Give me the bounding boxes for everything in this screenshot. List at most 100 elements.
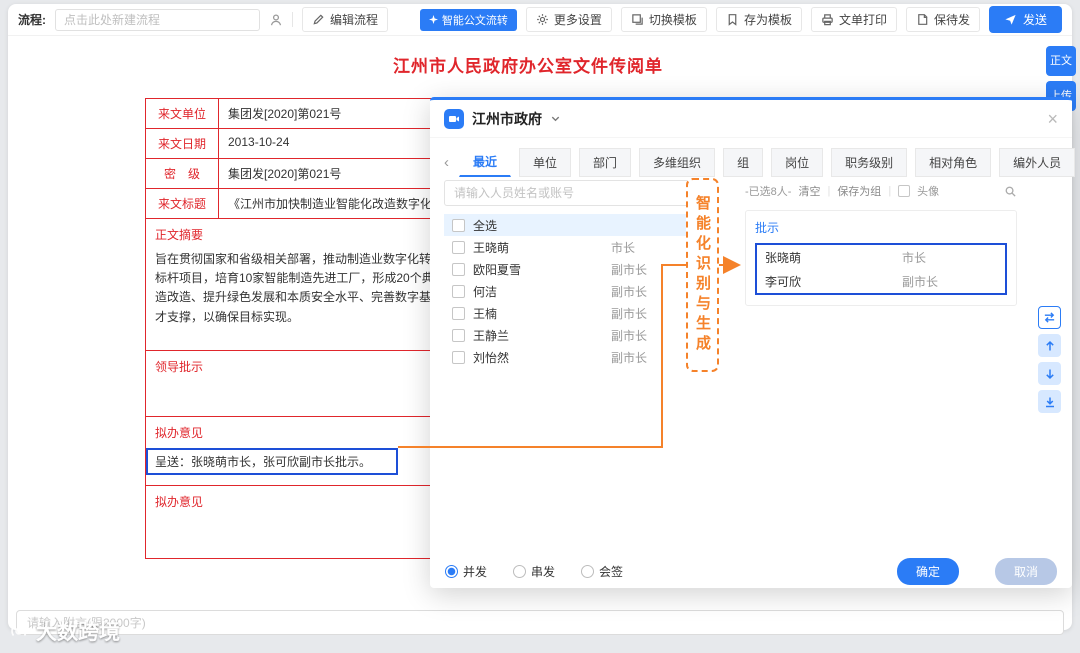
selected-person-name: 张晓萌 xyxy=(765,250,802,265)
close-icon[interactable]: × xyxy=(1047,110,1058,128)
selected-search-icon[interactable] xyxy=(1004,185,1017,198)
person-checkbox[interactable] xyxy=(452,284,465,298)
cancel-button[interactable]: 取消 xyxy=(994,557,1057,585)
switch-template-button[interactable]: 切换模板 xyxy=(620,7,707,32)
save-as-group-button[interactable]: 保存为组 xyxy=(837,183,881,199)
radio-serial[interactable]: 串发 xyxy=(513,563,555,580)
send-plane-icon xyxy=(1004,13,1017,26)
tab-relative-role[interactable]: 相对角色 xyxy=(915,147,992,177)
download-icon[interactable] xyxy=(1038,390,1061,413)
swap-icon[interactable] xyxy=(1038,306,1061,329)
smart-flow-badge[interactable]: 智能公文流转 xyxy=(419,8,517,31)
person-row[interactable]: 刘怡然 副市长 xyxy=(444,346,696,368)
person-role: 副市长 xyxy=(611,350,648,365)
tab-department[interactable]: 部门 xyxy=(579,147,632,177)
selected-person-row[interactable]: 张晓萌 市长 xyxy=(757,245,1005,269)
tab-group[interactable]: 组 xyxy=(723,147,764,177)
print-button[interactable]: 文单打印 xyxy=(810,7,897,32)
field-label: 来文日期 xyxy=(146,129,219,158)
person-checkbox[interactable] xyxy=(452,350,465,364)
bookmark-icon xyxy=(726,13,739,26)
person-checkbox[interactable] xyxy=(452,240,465,254)
main-text-tab-button[interactable]: 正文 xyxy=(1046,46,1076,76)
avatar-label: 头像 xyxy=(917,186,940,198)
selected-highlight-box: 张晓萌 市长 李可欣 副市长 xyxy=(755,243,1007,295)
person-row[interactable]: 何洁 副市长 xyxy=(444,280,696,302)
person-name: 王静兰 xyxy=(473,328,510,343)
selected-count: -已选8人- xyxy=(745,186,792,198)
top-toolbar: 流程: 编辑流程 智能公文流转 更多设置 xyxy=(8,4,1072,36)
org-name[interactable]: 江州市政府 xyxy=(472,109,542,129)
tab-external-staff[interactable]: 编外人员 xyxy=(999,147,1076,177)
radio-label: 并发 xyxy=(463,564,488,579)
opinion-highlight-box[interactable]: 呈送：张晓萌市长，张可欣副市长批示。 xyxy=(146,448,398,475)
field-label: 来文标题 xyxy=(146,189,219,218)
selected-person-name: 李可欣 xyxy=(765,274,802,289)
org-tab-bar: ‹ 最近 单位 部门 多维组织 组 岗位 职务级别 相对角色 编外人员 › xyxy=(430,138,1076,177)
controls-divider: | xyxy=(888,185,892,197)
person-row[interactable]: 王晓萌 市长 xyxy=(444,236,696,258)
radio-label: 串发 xyxy=(531,564,556,579)
clear-selection-button[interactable]: 清空 xyxy=(798,183,820,199)
annotation-callout: 智能化识别与生成 xyxy=(686,178,719,372)
person-list-pane: 全选 王晓萌 市长 欧阳夏雪 副市长 何洁 副市长 xyxy=(444,180,696,368)
org-logo-icon xyxy=(444,108,464,129)
more-settings-button[interactable]: 更多设置 xyxy=(525,7,612,32)
select-all-label: 全选 xyxy=(473,218,498,233)
person-row[interactable]: 王楠 副市长 xyxy=(444,302,696,324)
person-picker-dialog: 江州市政府 × ‹ 最近 单位 部门 多维组织 组 岗位 职务级别 相对角色 编… xyxy=(430,97,1076,588)
tab-multidim-org[interactable]: 多维组织 xyxy=(639,147,716,177)
edit-icon xyxy=(312,13,325,26)
save-pending-button[interactable]: 保待发 xyxy=(905,7,980,32)
flow-label: 流程: xyxy=(18,13,46,27)
sparkle-icon xyxy=(428,15,438,24)
person-role: 副市长 xyxy=(611,328,648,343)
select-all-row[interactable]: 全选 xyxy=(444,214,696,236)
save-as-template-button[interactable]: 存为模板 xyxy=(715,7,802,32)
field-label: 来文单位 xyxy=(146,99,219,128)
toolbar-divider xyxy=(292,12,293,27)
scroll-up-icon[interactable] xyxy=(1038,334,1061,357)
dialog-header: 江州市政府 × xyxy=(430,100,1072,138)
selected-person-row[interactable]: 李可欣 副市长 xyxy=(757,269,1005,293)
person-name: 刘怡然 xyxy=(473,350,510,365)
person-role: 副市长 xyxy=(611,262,648,277)
main-window: 流程: 编辑流程 智能公文流转 更多设置 xyxy=(8,4,1076,635)
selected-people-panel: 批示 张晓萌 市长 李可欣 副市长 xyxy=(745,210,1017,306)
person-name: 欧阳夏雪 xyxy=(473,262,522,277)
confirm-button[interactable]: 确定 xyxy=(896,557,959,585)
selected-person-role: 市长 xyxy=(902,250,927,265)
avatar-checkbox[interactable] xyxy=(898,185,911,197)
person-list: 全选 王晓萌 市长 欧阳夏雪 副市长 何洁 副市长 王楠 副市长 王静兰 副市长… xyxy=(444,214,696,368)
radio-label: 会签 xyxy=(599,564,624,579)
radio-parallel[interactable]: 并发 xyxy=(445,563,487,580)
radio-dot xyxy=(445,564,458,578)
person-checkbox[interactable] xyxy=(452,262,465,276)
person-role: 副市长 xyxy=(611,284,648,299)
select-all-checkbox[interactable] xyxy=(452,218,465,232)
person-row[interactable]: 欧阳夏雪 副市长 xyxy=(444,258,696,280)
person-name: 王晓萌 xyxy=(473,240,510,255)
tab-job-level[interactable]: 职务级别 xyxy=(831,147,908,177)
tabs-scroll-left-icon[interactable]: ‹ xyxy=(442,154,451,171)
person-checkbox[interactable] xyxy=(452,328,465,342)
chevron-down-icon[interactable] xyxy=(550,113,561,124)
tab-recent[interactable]: 最近 xyxy=(459,147,512,177)
person-checkbox[interactable] xyxy=(452,306,465,320)
flow-name-input[interactable] xyxy=(55,8,260,31)
edit-flow-button[interactable]: 编辑流程 xyxy=(302,7,389,32)
tab-position[interactable]: 岗位 xyxy=(771,147,824,177)
scroll-down-icon[interactable] xyxy=(1038,362,1061,385)
postscript-input[interactable] xyxy=(16,610,1064,635)
selected-person-role: 副市长 xyxy=(902,274,939,289)
radio-dot xyxy=(581,564,595,578)
tab-unit[interactable]: 单位 xyxy=(519,147,572,177)
person-row[interactable]: 王静兰 副市长 xyxy=(444,324,696,346)
document-icon xyxy=(916,13,929,26)
send-button[interactable]: 发送 xyxy=(988,6,1062,33)
dialog-footer: 并发 串发 会签 确定 取消 xyxy=(430,557,1072,585)
person-search-input[interactable] xyxy=(444,180,696,206)
radio-countersign[interactable]: 会签 xyxy=(581,563,623,580)
selected-controls: -已选8人- 清空 | 保存为组 | 头像 xyxy=(745,182,1017,200)
person-name: 何洁 xyxy=(473,284,498,299)
